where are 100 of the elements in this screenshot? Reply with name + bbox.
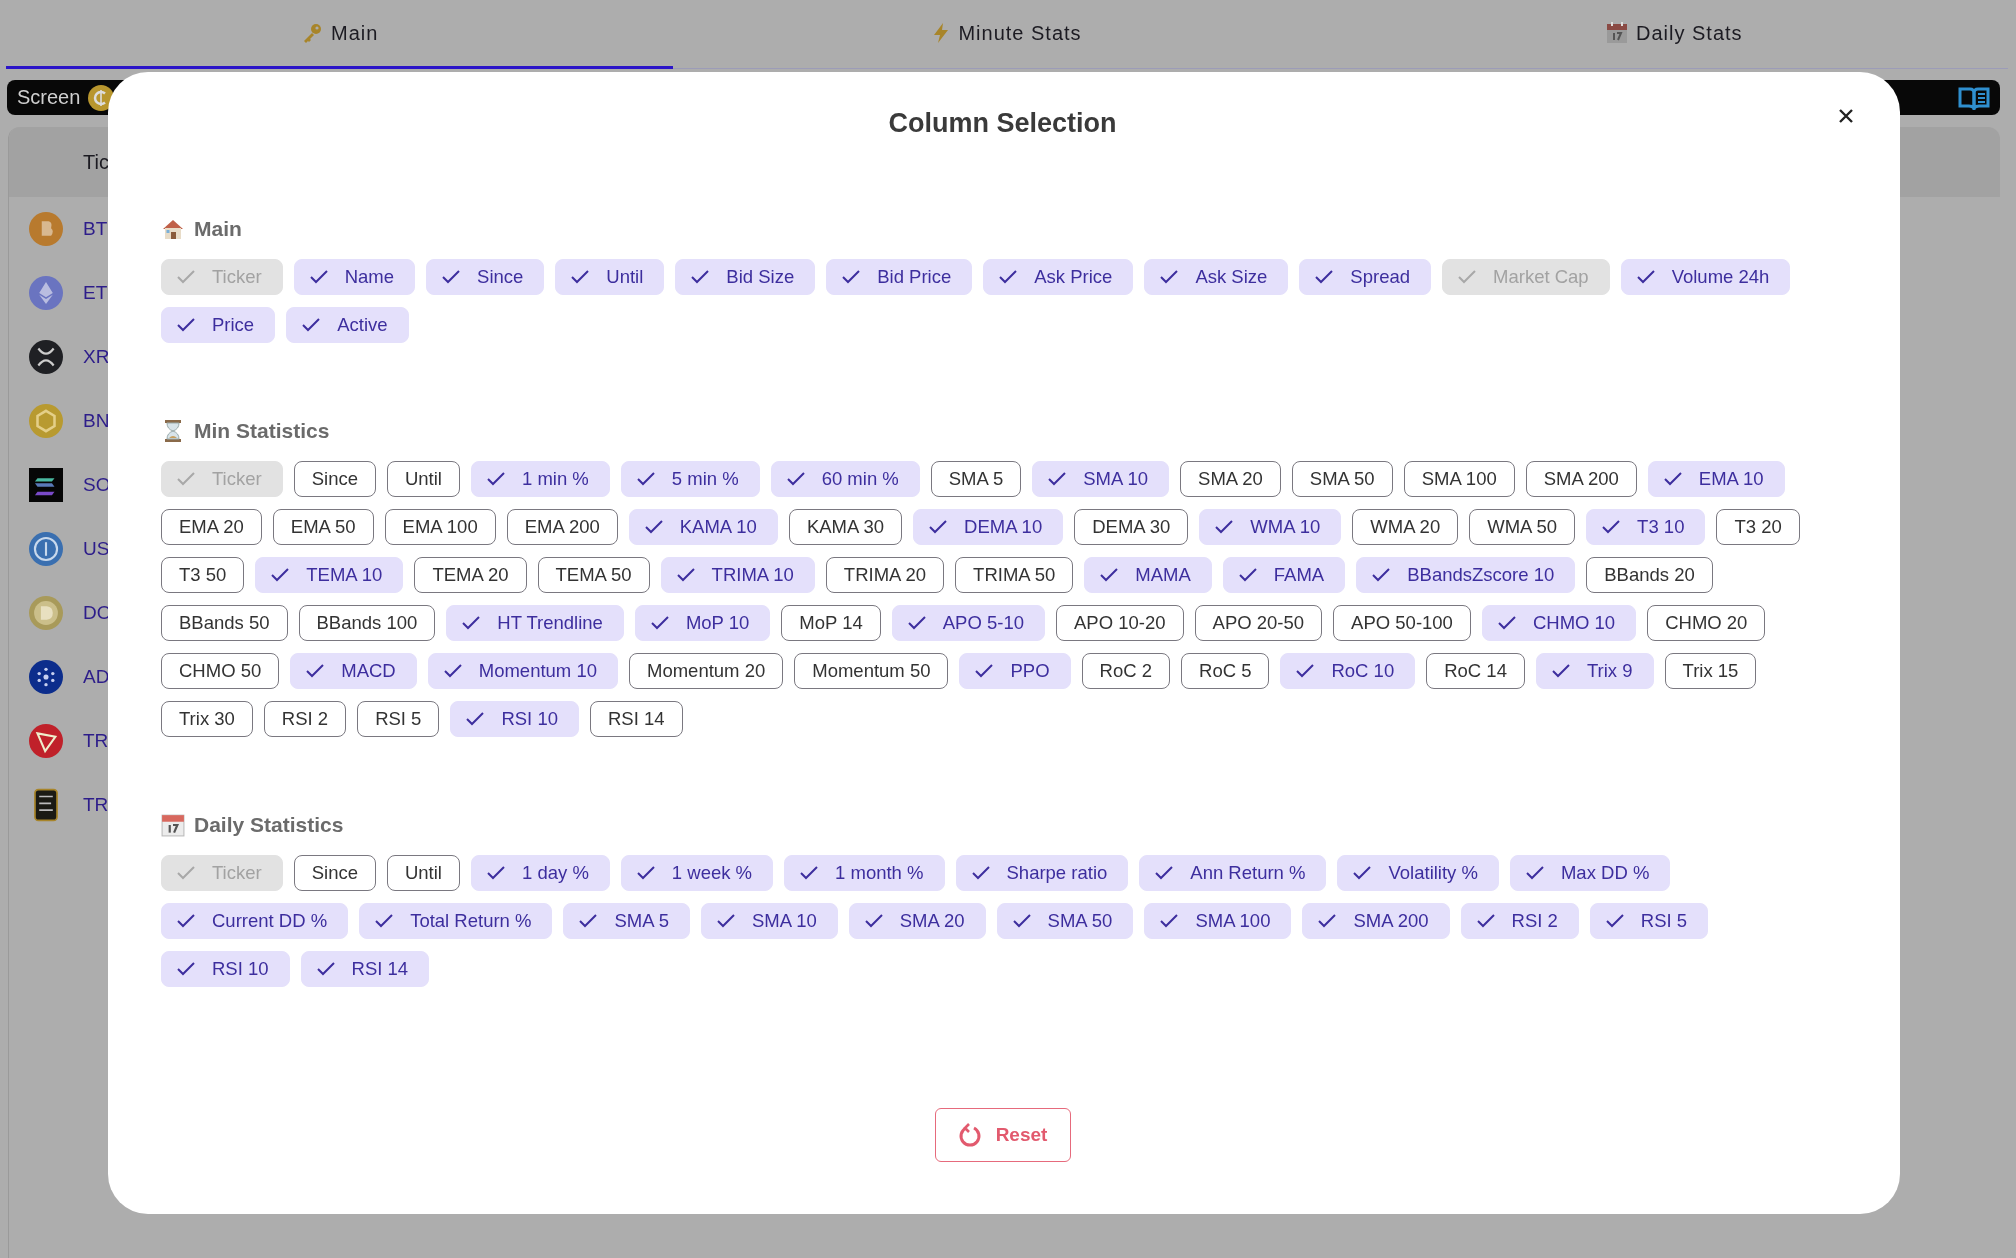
- reset-button[interactable]: Reset: [934, 1108, 1071, 1162]
- tab[interactable]: Minute Stats: [673, 0, 1341, 69]
- column-chip[interactable]: TEMA 20: [414, 557, 527, 593]
- column-chip[interactable]: RoC 2: [1081, 653, 1170, 689]
- column-chip[interactable]: MAMA: [1084, 557, 1212, 593]
- column-chip[interactable]: BBands 100: [298, 605, 436, 641]
- column-chip[interactable]: SMA 5: [930, 461, 1022, 497]
- column-chip[interactable]: WMA 20: [1352, 509, 1459, 545]
- column-chip[interactable]: Volatility %: [1337, 855, 1499, 891]
- column-chip[interactable]: TEMA 50: [537, 557, 650, 593]
- column-chip[interactable]: Volume 24h: [1620, 259, 1791, 295]
- column-chip[interactable]: APO 20-50: [1194, 605, 1323, 641]
- column-chip[interactable]: BBands 50: [161, 605, 288, 641]
- column-chip[interactable]: Until: [386, 461, 460, 497]
- column-chip[interactable]: RSI 10: [161, 951, 290, 987]
- column-chip[interactable]: EMA 200: [506, 509, 618, 545]
- ticker-link[interactable]: AD: [83, 666, 110, 688]
- column-chip[interactable]: EMA 10: [1647, 461, 1785, 497]
- column-chip[interactable]: MoP 10: [634, 605, 771, 641]
- ticker-link[interactable]: XR: [83, 346, 110, 368]
- column-chip[interactable]: RSI 10: [450, 701, 579, 737]
- column-chip[interactable]: 1 day %: [471, 855, 610, 891]
- column-chip[interactable]: FAMA: [1222, 557, 1346, 593]
- column-chip[interactable]: SMA 100: [1403, 461, 1515, 497]
- column-chip[interactable]: Bid Price: [826, 259, 973, 295]
- column-chip[interactable]: T3 50: [161, 557, 245, 593]
- column-chip[interactable]: SMA 5: [563, 903, 690, 939]
- column-chip[interactable]: RSI 5: [1589, 903, 1709, 939]
- column-chip[interactable]: Ann Return %: [1139, 855, 1327, 891]
- column-header[interactable]: Tic: [83, 150, 109, 174]
- book-icon[interactable]: [1958, 85, 1990, 110]
- column-chip[interactable]: EMA 20: [161, 509, 262, 545]
- column-chip[interactable]: Sharpe ratio: [955, 855, 1129, 891]
- ticker-link[interactable]: BT: [83, 218, 108, 240]
- column-chip[interactable]: Active: [286, 307, 409, 343]
- column-chip[interactable]: Spread: [1299, 259, 1431, 295]
- column-chip[interactable]: Bid Size: [675, 259, 816, 295]
- column-chip[interactable]: Ask Size: [1144, 259, 1289, 295]
- tab[interactable]: Daily Stats: [1340, 0, 2008, 69]
- column-chip[interactable]: Trix 9: [1535, 653, 1654, 689]
- column-chip[interactable]: Until: [555, 259, 665, 295]
- column-chip[interactable]: APO 10-20: [1056, 605, 1184, 641]
- column-chip[interactable]: HT Trendline: [446, 605, 624, 641]
- column-chip[interactable]: TEMA 10: [255, 557, 404, 593]
- column-chip[interactable]: WMA 10: [1199, 509, 1342, 545]
- column-chip[interactable]: Trix 15: [1664, 653, 1757, 689]
- ticker-link[interactable]: BN: [83, 410, 110, 432]
- column-chip[interactable]: CHMO 10: [1481, 605, 1637, 641]
- column-chip[interactable]: TRIMA 20: [825, 557, 945, 593]
- column-chip[interactable]: KAMA 10: [628, 509, 778, 545]
- column-chip[interactable]: BBandsZscore 10: [1356, 557, 1576, 593]
- tab[interactable]: Main: [6, 0, 674, 69]
- ticker-link[interactable]: TR: [83, 730, 109, 752]
- column-chip[interactable]: RSI 2: [263, 701, 347, 737]
- column-chip[interactable]: MoP 14: [781, 605, 881, 641]
- column-chip[interactable]: RSI 2: [1460, 903, 1579, 939]
- column-chip[interactable]: Since: [293, 461, 376, 497]
- column-chip[interactable]: APO 50-100: [1333, 605, 1471, 641]
- column-chip[interactable]: 1 month %: [784, 855, 945, 891]
- column-chip[interactable]: CHMO 50: [161, 653, 280, 689]
- column-chip[interactable]: SMA 50: [1291, 461, 1393, 497]
- column-chip[interactable]: BBands 20: [1586, 557, 1713, 593]
- column-chip[interactable]: DEMA 10: [913, 509, 1064, 545]
- column-chip[interactable]: Momentum 10: [427, 653, 618, 689]
- column-chip[interactable]: Current DD %: [161, 903, 349, 939]
- column-chip[interactable]: RSI 14: [590, 701, 683, 737]
- column-chip[interactable]: SMA 10: [701, 903, 838, 939]
- column-chip[interactable]: RoC 5: [1181, 653, 1270, 689]
- column-chip[interactable]: SMA 200: [1302, 903, 1450, 939]
- ticker-link[interactable]: TR: [83, 794, 109, 816]
- column-chip[interactable]: SMA 20: [1180, 461, 1281, 497]
- column-chip[interactable]: Since: [426, 259, 545, 295]
- column-chip[interactable]: Momentum 50: [794, 653, 949, 689]
- column-chip[interactable]: MACD: [290, 653, 417, 689]
- column-chip[interactable]: SMA 100: [1144, 903, 1292, 939]
- column-chip[interactable]: Ask Price: [983, 259, 1134, 295]
- column-chip[interactable]: Until: [386, 855, 460, 891]
- column-chip[interactable]: RSI 14: [300, 951, 430, 987]
- column-chip[interactable]: SMA 20: [848, 903, 986, 939]
- column-chip[interactable]: SMA 200: [1525, 461, 1637, 497]
- column-chip[interactable]: EMA 100: [384, 509, 496, 545]
- column-chip[interactable]: 1 min %: [471, 461, 610, 497]
- column-chip[interactable]: CHMO 20: [1647, 605, 1766, 641]
- column-chip[interactable]: T3 10: [1586, 509, 1706, 545]
- ticker-link[interactable]: US: [83, 538, 110, 560]
- column-chip[interactable]: 1 week %: [620, 855, 774, 891]
- column-chip[interactable]: Total Return %: [359, 903, 553, 939]
- column-chip[interactable]: PPO: [959, 653, 1071, 689]
- column-chip[interactable]: RoC 10: [1280, 653, 1416, 689]
- column-chip[interactable]: 5 min %: [620, 461, 760, 497]
- column-chip[interactable]: 60 min %: [770, 461, 920, 497]
- column-chip[interactable]: RoC 14: [1426, 653, 1525, 689]
- column-chip[interactable]: Price: [161, 307, 276, 343]
- column-chip[interactable]: KAMA 30: [788, 509, 903, 545]
- column-chip[interactable]: EMA 50: [272, 509, 374, 545]
- column-chip[interactable]: Momentum 20: [629, 653, 784, 689]
- column-chip[interactable]: WMA 50: [1469, 509, 1576, 545]
- column-chip[interactable]: TRIMA 50: [955, 557, 1074, 593]
- column-chip[interactable]: SMA 10: [1032, 461, 1170, 497]
- column-chip[interactable]: Max DD %: [1509, 855, 1671, 891]
